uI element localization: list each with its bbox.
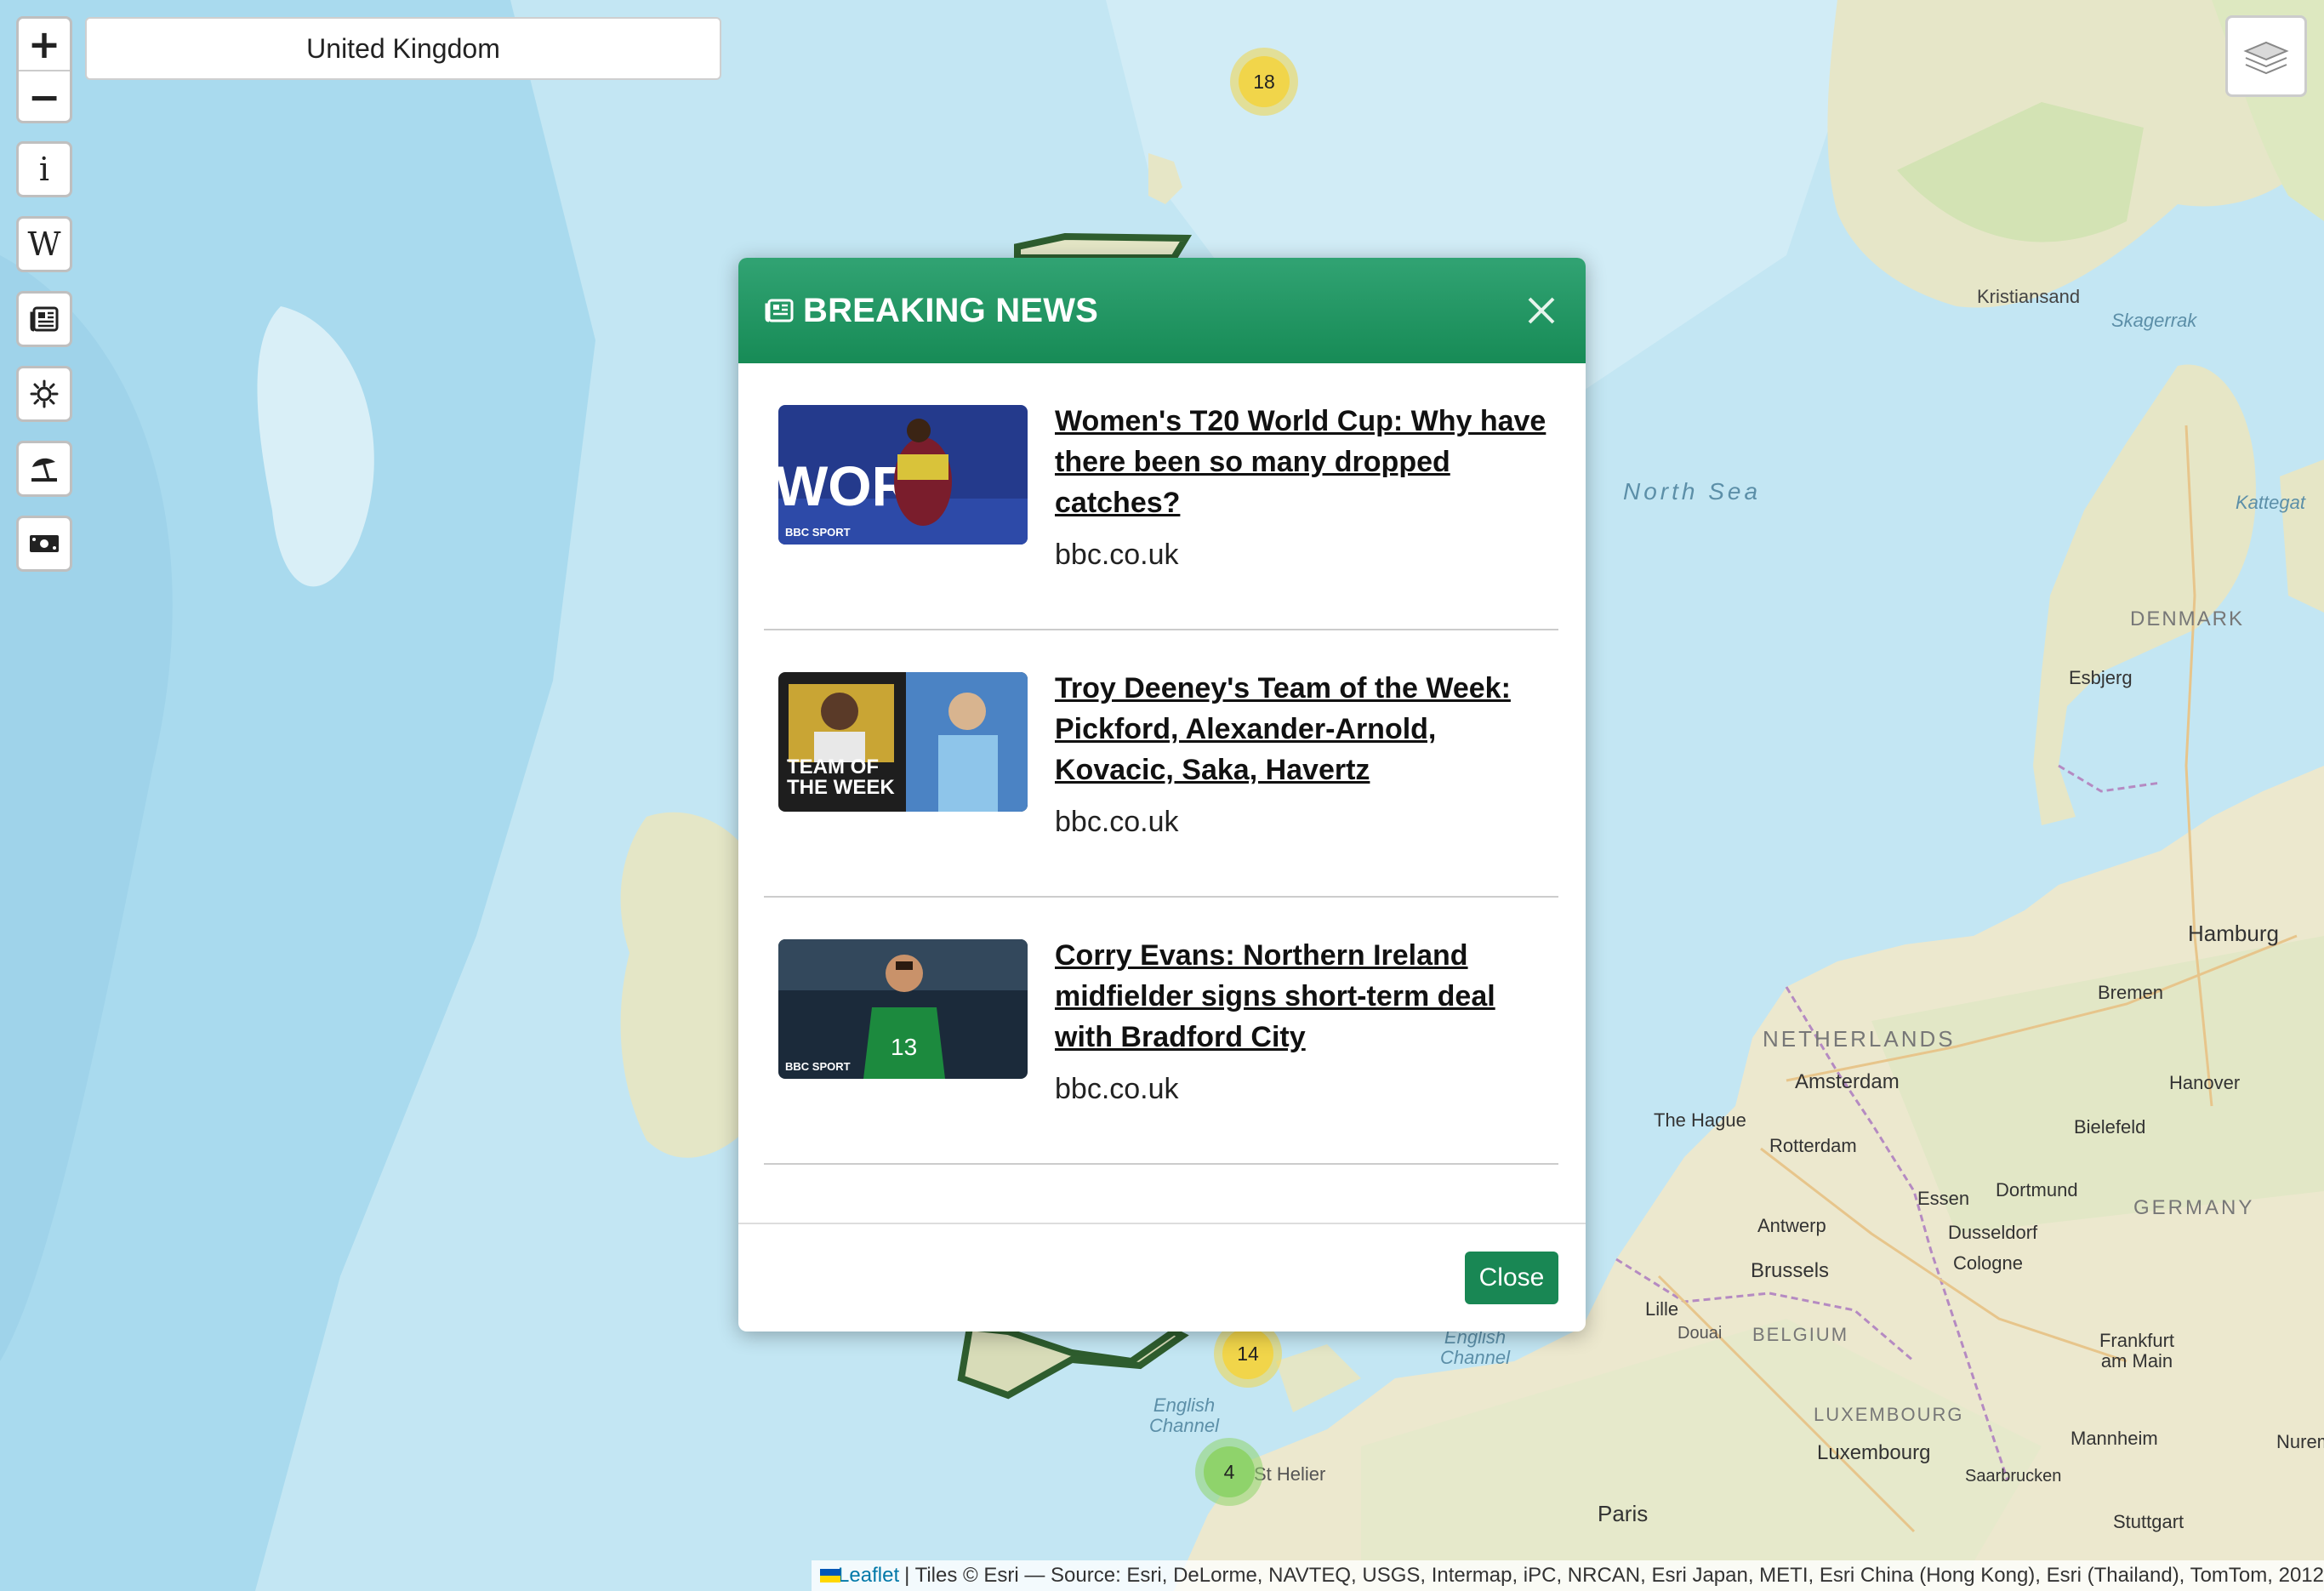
zoom-in-button[interactable]: + [19,19,70,71]
ukraine-flag-icon [820,1569,840,1582]
modal-title: BREAKING NEWS [803,291,1099,329]
news-modal: BREAKING NEWS WORL BBC SPORT Women's T20… [738,258,1586,1332]
label-luxembourg-country: LUXEMBOURG [1814,1404,1964,1425]
label-lille: Lille [1645,1298,1679,1320]
cluster-count: 4 [1204,1446,1255,1497]
label-netherlands: NETHERLANDS [1763,1026,1956,1052]
label-kristiansand: Kristiansand [1977,286,2081,307]
info-icon: i [38,151,50,188]
label-brussels: Brussels [1751,1259,1830,1282]
label-cologne: Cologne [1953,1252,2023,1274]
label-essen: Essen [1917,1188,1970,1209]
label-dusseldorf: Dusseldorf [1948,1222,2038,1243]
label-english-channel-1: English Channel [1440,1326,1510,1368]
label-amsterdam: Amsterdam [1795,1070,1900,1093]
news-title-link[interactable]: Women's T20 World Cup: Why have there be… [1055,401,1548,523]
wikipedia-button[interactable]: W [16,216,72,272]
label-paris: Paris [1598,1501,1649,1526]
label-belgium: BELGIUM [1752,1324,1849,1345]
thumb-badge: BBC SPORT [785,526,851,539]
news-item: TEAM OF THE WEEK Troy Deeney's Team of t… [764,630,1558,898]
news-title-link[interactable]: Corry Evans: Northern Ireland midfielder… [1055,935,1548,1058]
news-source: bbc.co.uk [1055,806,1179,838]
label-germany: GERMANY [2133,1196,2255,1219]
currency-button[interactable] [16,516,72,572]
modal-header: BREAKING NEWS [738,258,1586,363]
label-antwerp: Antwerp [1757,1215,1826,1236]
label-kattegat: Kattegat [2236,492,2305,513]
modal-footer: Close [738,1223,1586,1332]
label-hamburg: Hamburg [2188,921,2279,946]
label-hanover: Hanover [2169,1072,2241,1093]
wikipedia-icon: W [27,225,61,263]
label-douai: Douai [1677,1324,1723,1343]
money-icon [30,535,59,552]
marker-cluster[interactable]: 4 [1195,1438,1263,1506]
label-bremen: Bremen [2098,982,2164,1003]
zoom-out-button[interactable]: − [19,71,70,121]
label-saarbrucken: Saarbrucken [1965,1467,2062,1486]
close-button[interactable]: Close [1465,1252,1558,1304]
info-button[interactable]: i [16,141,72,197]
label-luxembourg: Luxembourg [1817,1441,1931,1464]
label-denmark: DENMARK [2130,607,2245,630]
label-st-helier: St Helier [1254,1463,1326,1485]
news-thumbnail[interactable]: WORL BBC SPORT [778,405,1028,545]
label-nurem: Nurem [2276,1431,2324,1452]
attribution-text: | Tiles © Esri — Source: Esri, DeLorme, … [904,1564,2324,1587]
news-thumbnail[interactable]: 13 BBC SPORT [778,939,1028,1079]
layers-button[interactable] [2225,15,2307,97]
sun-gear-icon [30,379,59,408]
label-the-hague: The Hague [1654,1109,1746,1131]
thumb-badge: BBC SPORT [785,1060,851,1073]
news-item: 13 BBC SPORT Corry Evans: Northern Irela… [764,898,1558,1165]
news-source: bbc.co.uk [1055,539,1179,571]
modal-body: WORL BBC SPORT Women's T20 World Cup: Wh… [738,363,1586,1225]
beach-umbrella-icon [31,458,57,482]
beach-button[interactable] [16,441,72,497]
news-source: bbc.co.uk [1055,1073,1179,1105]
label-esbjerg: Esbjerg [2069,667,2133,688]
thumb-text: TEAM OF THE WEEK [787,757,895,799]
label-dortmund: Dortmund [1996,1179,2078,1200]
label-stuttgart: Stuttgart [2113,1511,2184,1532]
label-frankfurt: Frankfurt am Main [2099,1330,2175,1371]
label-english-channel-2: English Channel [1149,1394,1219,1436]
newspaper-icon [30,306,59,332]
weather-button[interactable] [16,366,72,422]
news-thumbnail[interactable]: TEAM OF THE WEEK [778,672,1028,812]
map-attribution: Leaflet | Tiles © Esri — Source: Esri, D… [812,1560,2324,1591]
country-select[interactable]: United Kingdom [85,17,721,80]
zoom-control: + − [16,16,72,123]
cluster-count: 14 [1222,1328,1273,1379]
newspaper-icon [765,299,794,322]
news-title-link[interactable]: Troy Deeney's Team of the Week: Pickford… [1055,668,1548,790]
marker-cluster[interactable]: 18 [1230,48,1298,116]
label-north-sea: North Sea [1623,478,1762,505]
close-icon[interactable] [1523,292,1560,329]
label-rotterdam: Rotterdam [1769,1135,1857,1156]
cluster-count: 18 [1239,56,1290,107]
leaflet-link[interactable]: Leaflet [838,1564,899,1588]
label-skagerrak: Skagerrak [2111,310,2197,331]
thumb-text: 13 [891,1034,917,1060]
layers-icon [2243,41,2289,75]
label-mannheim: Mannheim [2071,1428,2158,1449]
news-item: WORL BBC SPORT Women's T20 World Cup: Wh… [764,363,1558,630]
news-button[interactable] [16,291,72,347]
label-bielefeld: Bielefeld [2074,1116,2146,1138]
